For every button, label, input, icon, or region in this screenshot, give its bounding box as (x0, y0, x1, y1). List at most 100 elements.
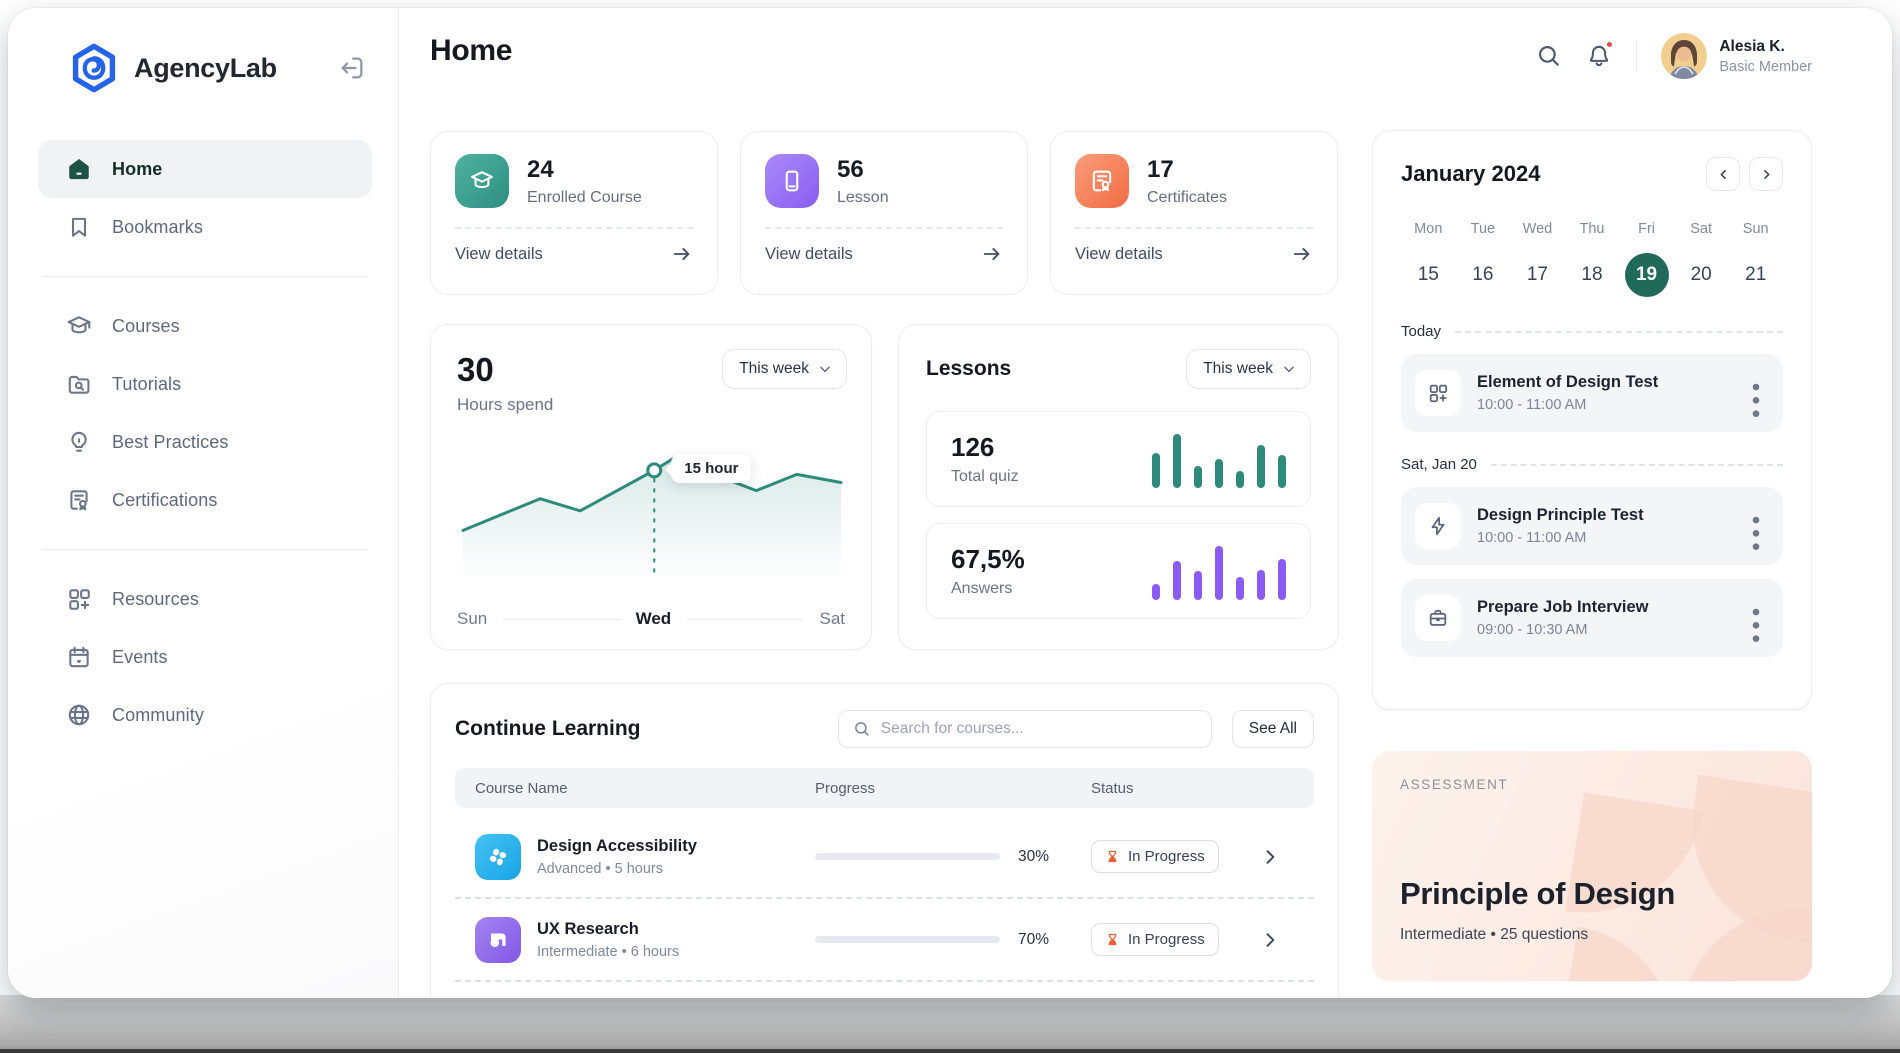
day-name: Thu (1565, 221, 1620, 237)
see-all-button[interactable]: See All (1232, 710, 1314, 748)
notification-badge (1605, 40, 1614, 49)
sidebar-item-courses[interactable]: Courses (38, 297, 372, 355)
chevron-right-icon[interactable] (1260, 930, 1280, 950)
calendar-date-17[interactable]: 17 (1510, 253, 1565, 297)
arrow-right-icon (1291, 243, 1313, 265)
sidebar-item-best-practices[interactable]: Best Practices (38, 413, 372, 471)
course-search-input[interactable] (881, 720, 1197, 738)
saturday-label: Sat, Jan 20 (1401, 456, 1477, 473)
stat-label: Certificates (1147, 189, 1227, 207)
lightbulb-icon (66, 429, 92, 455)
sidebar-item-resources[interactable]: Resources (38, 570, 372, 628)
lessons-filter-dropdown[interactable]: This week (1186, 349, 1311, 389)
page-title: Home (430, 34, 512, 68)
notifications-bell-icon[interactable] (1586, 43, 1612, 69)
sidebar-item-label: Bookmarks (112, 217, 203, 238)
calendar-heart-icon (66, 644, 92, 670)
course-search[interactable] (838, 710, 1212, 748)
calendar-next-button[interactable] (1749, 157, 1783, 191)
calendar-prev-button[interactable] (1706, 157, 1740, 191)
view-details-link[interactable]: View details (765, 243, 1003, 265)
status-label: In Progress (1128, 931, 1205, 948)
quiz-value: 126 (951, 432, 1019, 463)
total-quiz-panel: 126 Total quiz (926, 411, 1311, 507)
certificate-icon (66, 487, 92, 513)
event-item[interactable]: Prepare Job Interview 09:00 - 10:30 AM (1401, 579, 1783, 657)
table-row[interactable]: UX Research Intermediate • 6 hours 70% (455, 899, 1314, 982)
column-progress: Progress (815, 780, 1091, 797)
course-shape-icon (475, 917, 521, 963)
sidebar-divider (42, 276, 368, 277)
calendar-date-16[interactable]: 16 (1456, 253, 1511, 297)
view-details-link[interactable]: View details (455, 243, 693, 265)
kebab-menu-icon[interactable] (1751, 382, 1769, 404)
bar (1257, 445, 1265, 488)
view-details-link[interactable]: View details (1075, 243, 1313, 265)
day-name: Fri (1619, 221, 1674, 237)
progress-bar (815, 936, 1000, 943)
sidebar-item-label: Tutorials (112, 374, 181, 395)
stat-label: Enrolled Course (527, 189, 642, 207)
sidebar-item-label: Home (112, 159, 162, 180)
search-icon[interactable] (1536, 43, 1562, 69)
calendar-date-21[interactable]: 21 (1728, 253, 1783, 297)
answers-value: 67,5% (951, 544, 1025, 575)
view-details-label: View details (1075, 245, 1163, 264)
x-axis: Sun Wed Sat (457, 609, 845, 629)
continue-learning-card: Continue Learning See All Course Name Pr… (430, 683, 1339, 998)
bar (1194, 466, 1202, 488)
axis-label-sun: Sun (457, 609, 487, 629)
view-details-label: View details (455, 245, 543, 264)
table-row[interactable]: Design Accessibility Advanced • 5 hours … (455, 816, 1314, 899)
answers-panel: 67,5% Answers (926, 523, 1311, 619)
calendar-date-15[interactable]: 15 (1401, 253, 1456, 297)
filter-label: This week (1203, 360, 1273, 378)
kebab-menu-icon[interactable] (1751, 515, 1769, 537)
calendar-date-18[interactable]: 18 (1565, 253, 1620, 297)
assessment-card[interactable]: ASSESSMENT Principle of Design Intermedi… (1372, 751, 1812, 981)
assessment-meta: Intermediate • 25 questions (1400, 926, 1784, 944)
progress-bar (815, 853, 1000, 860)
event-time: 10:00 - 11:00 AM (1477, 397, 1658, 413)
home-icon (66, 156, 92, 182)
sidebar-item-community[interactable]: Community (38, 686, 372, 744)
header-divider (1636, 41, 1637, 71)
sidebar-item-events[interactable]: Events (38, 628, 372, 686)
calendar-date-20[interactable]: 20 (1674, 253, 1729, 297)
chevron-right-icon[interactable] (1260, 847, 1280, 867)
calendar-dates: 15161718192021 (1401, 253, 1783, 297)
lessons-card: Lessons This week 126 Total quiz 67,5 (898, 324, 1339, 650)
event-item[interactable]: Design Principle Test 10:00 - 11:00 AM (1401, 487, 1783, 565)
progress-label: 70% (1018, 931, 1049, 949)
kebab-menu-icon[interactable] (1751, 607, 1769, 629)
hours-filter-dropdown[interactable]: This week (722, 349, 847, 389)
sidebar-item-label: Best Practices (112, 432, 228, 453)
brand-header: AgencyLab (38, 42, 372, 94)
status-badge: In Progress (1091, 923, 1219, 956)
collapse-sidebar-icon[interactable] (338, 54, 366, 82)
course-clover-icon (475, 834, 521, 880)
calendar-date-19[interactable]: 19 (1625, 253, 1669, 297)
user-name: Alesia K. (1719, 38, 1812, 56)
bar (1236, 471, 1244, 488)
lesson-device-icon (765, 154, 819, 208)
sidebar-item-home[interactable]: Home (38, 140, 372, 198)
user-menu[interactable]: Alesia K. Basic Member (1661, 33, 1812, 79)
app-window: AgencyLab Home Bookmarks Courses (8, 8, 1892, 998)
bar (1152, 453, 1160, 488)
course-name: UX Research (537, 920, 679, 939)
hours-label: Hours spend (457, 395, 845, 415)
sidebar-item-tutorials[interactable]: Tutorials (38, 355, 372, 413)
event-title: Design Principle Test (1477, 506, 1644, 525)
chevron-down-icon (818, 362, 832, 376)
briefcase-icon (1415, 595, 1461, 641)
event-item[interactable]: Element of Design Test 10:00 - 11:00 AM (1401, 354, 1783, 432)
bar (1278, 559, 1286, 600)
sidebar-item-certifications[interactable]: Certifications (38, 471, 372, 529)
bar (1215, 459, 1223, 488)
stats-row: 24 Enrolled Course View details 56 (430, 131, 1338, 295)
sidebar-item-label: Events (112, 647, 168, 668)
folder-search-icon (66, 371, 92, 397)
sidebar-item-bookmarks[interactable]: Bookmarks (38, 198, 372, 256)
today-label: Today (1401, 323, 1441, 340)
